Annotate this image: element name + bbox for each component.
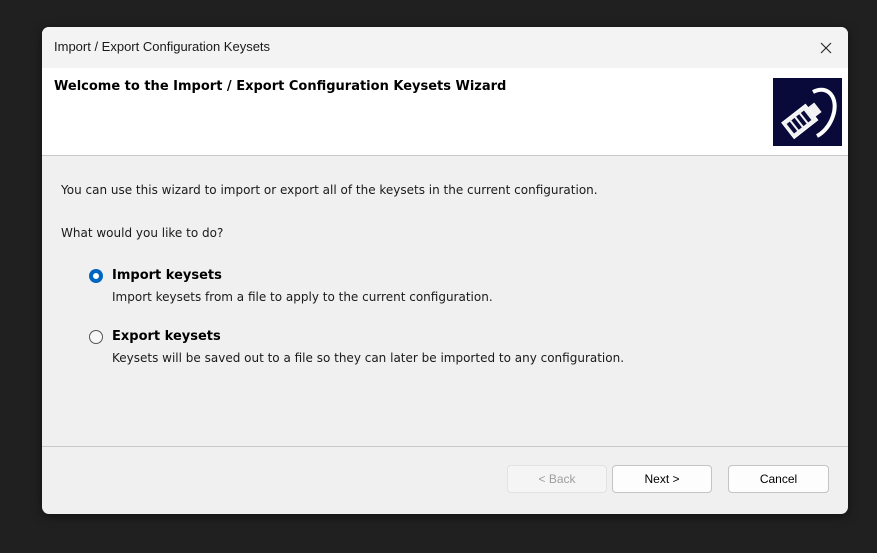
wizard-header: Welcome to the Import / Export Configura… <box>42 68 848 156</box>
footer-separator <box>42 446 848 447</box>
export-option-description: Keysets will be saved out to a file so t… <box>112 351 625 365</box>
intro-text: You can use this wizard to import or exp… <box>61 183 598 197</box>
window-title: Import / Export Configuration Keysets <box>54 39 271 54</box>
export-radio-button[interactable] <box>89 330 103 344</box>
close-button[interactable] <box>804 27 848 68</box>
export-option-label[interactable]: Export keysets <box>112 329 221 344</box>
wizard-content: You can use this wizard to import or exp… <box>42 156 848 446</box>
import-radio-button[interactable] <box>89 269 103 283</box>
cancel-button[interactable]: Cancel <box>728 465 829 493</box>
question-text: What would you like to do? <box>61 226 224 240</box>
header-title: Welcome to the Import / Export Configura… <box>54 79 507 94</box>
network-cable-icon <box>773 78 842 146</box>
wizard-dialog: Import / Export Configuration Keysets We… <box>42 27 848 514</box>
next-button[interactable]: Next > <box>612 465 712 493</box>
import-option-description: Import keysets from a file to apply to t… <box>112 290 493 304</box>
close-icon <box>820 42 832 53</box>
import-option-label[interactable]: Import keysets <box>112 268 222 283</box>
title-bar: Import / Export Configuration Keysets <box>42 27 848 68</box>
back-button[interactable]: < Back <box>507 465 607 493</box>
